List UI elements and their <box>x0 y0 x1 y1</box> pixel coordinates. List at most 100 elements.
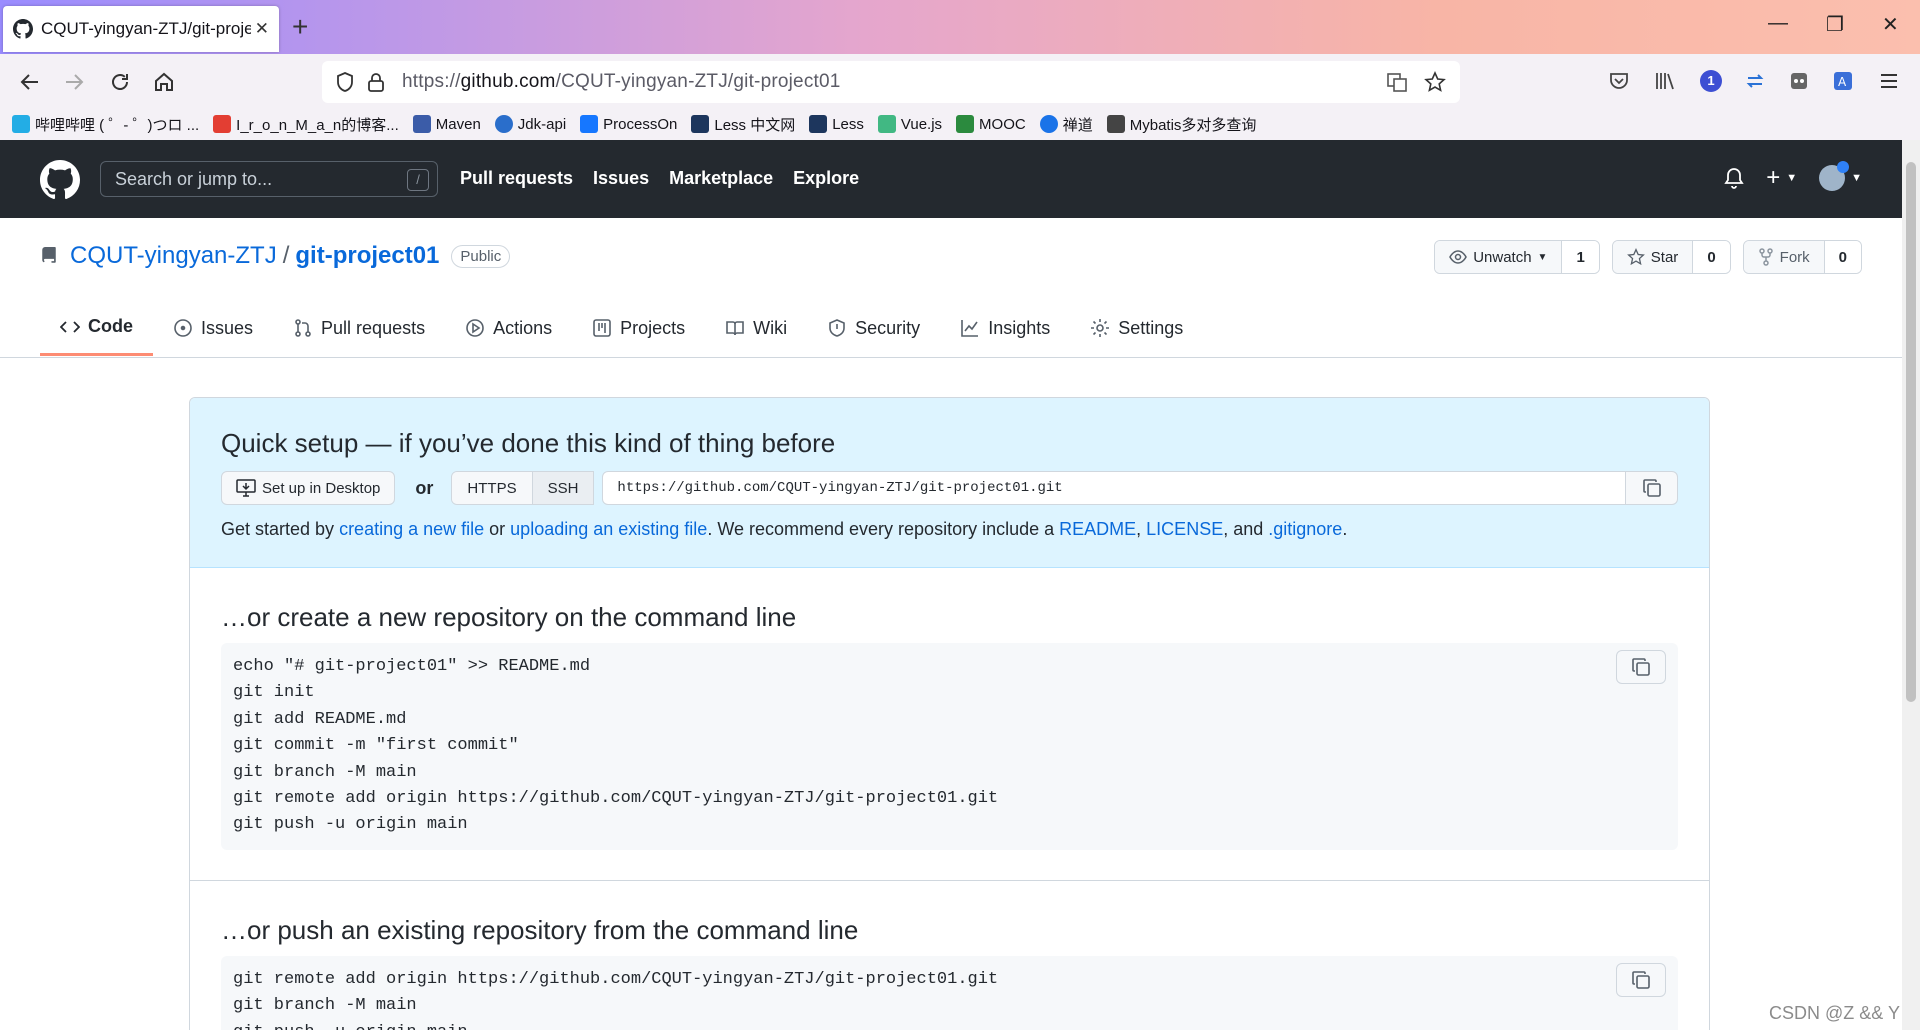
reload-button[interactable] <box>106 68 134 96</box>
repo-name-link[interactable]: git-project01 <box>295 242 439 270</box>
bookmark-item[interactable]: Less <box>809 115 864 133</box>
nav-marketplace[interactable]: Marketplace <box>669 168 773 189</box>
bookmark-item[interactable]: Vue.js <box>877 115 942 133</box>
restore-icon[interactable]: ❐ <box>1826 12 1844 37</box>
bookmark-item[interactable]: I_r_o_n_M_a_n的博客... <box>213 114 399 135</box>
copy-url-button[interactable] <box>1626 471 1678 505</box>
star-icon <box>1626 248 1645 266</box>
fork-button[interactable]: Fork <box>1743 241 1825 273</box>
bookmark-item[interactable]: 哔哩哔哩 ( ゜- ゜)つロ ... <box>12 114 199 135</box>
repo-header: CQUT-yingyan-ZTJ / git-project01 Public … <box>0 218 1902 358</box>
bookmark-item[interactable]: MOOC <box>956 115 1026 133</box>
new-repo-title: …or create a new repository on the comma… <box>221 602 797 632</box>
unwatch-button[interactable]: Unwatch ▼ <box>1435 241 1563 273</box>
copy-code-button[interactable] <box>1616 962 1666 997</box>
bookmark-item[interactable]: ProcessOn <box>580 115 677 133</box>
browser-tab[interactable]: CQUT-yingyan-ZTJ/git-project01 ✕ <box>3 6 279 52</box>
push-repo-code-block: git remote add origin https://github.com… <box>221 955 1678 1030</box>
license-link[interactable]: LICENSE <box>1146 519 1223 539</box>
minimize-icon[interactable]: — <box>1768 12 1788 35</box>
bookmarks-bar: 哔哩哔哩 ( ゜- ゜)つロ ... I_r_o_n_M_a_n的博客... M… <box>0 108 1920 140</box>
star-button[interactable]: Star <box>1612 241 1694 273</box>
mybatis-icon <box>1106 115 1125 133</box>
extension-badge-icon[interactable]: 1 <box>1700 70 1722 92</box>
bookmark-item[interactable]: 禅道 <box>1039 114 1093 135</box>
fork-count[interactable]: 0 <box>1824 241 1861 273</box>
tab-actions[interactable]: Actions <box>445 300 572 356</box>
bookmark-star-icon[interactable] <box>1424 71 1446 93</box>
readme-link[interactable]: README <box>1059 519 1136 539</box>
translate-extension-icon[interactable]: A <box>1832 70 1854 92</box>
new-repo-section: …or create a new repository on the comma… <box>190 568 1709 881</box>
lock-icon[interactable] <box>366 71 386 93</box>
setup-desktop-button[interactable]: Set up in Desktop <box>221 471 396 505</box>
clone-url-row: Set up in Desktop or HTTPS SSH https://g… <box>221 471 1678 505</box>
address-bar[interactable]: https://github.com/CQUT-yingyan-ZTJ/git-… <box>322 61 1460 103</box>
code-line: echo "# git-project01" >> README.md <box>233 657 591 676</box>
reload-icon <box>112 74 128 90</box>
back-button[interactable] <box>16 68 44 96</box>
https-button[interactable]: HTTPS <box>452 472 532 504</box>
tab-settings[interactable]: Settings <box>1070 300 1203 356</box>
pocket-icon[interactable] <box>1608 70 1630 92</box>
shield-icon <box>829 319 845 337</box>
tab-issues[interactable]: Issues <box>153 300 273 356</box>
new-tab-button[interactable]: + <box>292 12 308 42</box>
nav-explore[interactable]: Explore <box>793 168 859 189</box>
bookmark-item[interactable]: Less 中文网 <box>691 114 795 135</box>
bookmark-item[interactable]: Maven <box>412 115 481 133</box>
copy-code-button[interactable] <box>1616 650 1666 684</box>
maven-icon <box>412 115 431 133</box>
copy-icon <box>1642 479 1661 497</box>
tab-title: CQUT-yingyan-ZTJ/git-project01 <box>41 19 251 38</box>
forward-button[interactable] <box>60 68 88 96</box>
tab-security[interactable]: Security <box>807 300 940 356</box>
tab-wiki[interactable]: Wiki <box>705 300 807 356</box>
watch-count[interactable]: 1 <box>1562 241 1599 273</box>
library-icon[interactable] <box>1654 70 1676 92</box>
close-window-icon[interactable]: ✕ <box>1882 12 1899 37</box>
user-avatar-dropdown[interactable]: ▼ <box>1819 161 1862 191</box>
home-button[interactable] <box>150 68 178 96</box>
sync-icon[interactable] <box>1744 70 1766 92</box>
less-icon <box>691 115 710 133</box>
issue-icon <box>174 319 192 337</box>
create-file-link[interactable]: creating a new file <box>339 519 484 539</box>
header-actions: + ▼ ▼ <box>1724 161 1862 192</box>
code-line: git push -u origin main <box>233 1020 1666 1030</box>
tab-code[interactable]: Code <box>40 300 153 356</box>
gitignore-link[interactable]: .gitignore <box>1268 519 1342 539</box>
tab-pull-requests[interactable]: Pull requests <box>273 300 445 356</box>
copy-icon <box>1632 658 1650 676</box>
desktop-download-icon <box>236 479 256 497</box>
protocol-toggle: HTTPS SSH <box>451 471 595 505</box>
github-logo-icon[interactable] <box>40 160 80 200</box>
csdn-icon <box>213 115 232 133</box>
create-new-dropdown[interactable]: + ▼ <box>1766 164 1797 192</box>
browser-tab-bar: CQUT-yingyan-ZTJ/git-project01 ✕ + — ❐ ✕ <box>0 0 1920 54</box>
url-text: https://github.com/CQUT-yingyan-ZTJ/git-… <box>402 71 841 92</box>
tab-insights[interactable]: Insights <box>940 300 1070 356</box>
nav-pull-requests[interactable]: Pull requests <box>460 168 573 189</box>
extension-icon[interactable] <box>1788 70 1810 92</box>
repo-owner-link[interactable]: CQUT-yingyan-ZTJ <box>70 242 277 270</box>
close-tab-icon[interactable]: ✕ <box>255 19 269 39</box>
translate-icon[interactable] <box>1386 71 1408 93</box>
star-count[interactable]: 0 <box>1693 241 1730 273</box>
search-input[interactable]: Search or jump to... / <box>100 161 438 197</box>
code-line: git init <box>233 683 315 703</box>
tab-projects[interactable]: Projects <box>572 300 705 356</box>
page-scrollbar[interactable] <box>1902 140 1920 1030</box>
nav-issues[interactable]: Issues <box>593 168 649 189</box>
bookmark-item[interactable]: Jdk-api <box>494 115 566 133</box>
shield-icon[interactable] <box>334 71 356 93</box>
code-line: git add README.md <box>233 709 407 729</box>
upload-file-link[interactable]: uploading an existing file <box>510 519 707 539</box>
notifications-bell-icon[interactable] <box>1724 167 1744 189</box>
gear-icon <box>1091 319 1110 337</box>
menu-icon[interactable] <box>1878 70 1900 92</box>
ssh-button[interactable]: SSH <box>531 472 594 504</box>
clone-url-input[interactable]: https://github.com/CQUT-yingyan-ZTJ/git-… <box>602 471 1626 505</box>
scrollbar-thumb[interactable] <box>1906 162 1916 702</box>
bookmark-item[interactable]: Mybatis多对多查询 <box>1106 114 1256 135</box>
